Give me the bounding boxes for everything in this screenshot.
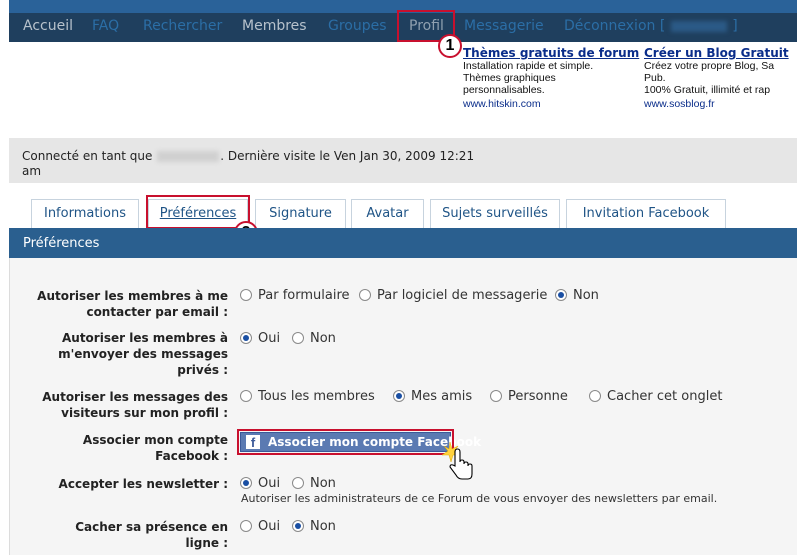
section-title: Préférences [9, 228, 797, 258]
ad-url[interactable]: www.hitskin.com [463, 98, 641, 110]
option-label: Personne [508, 389, 568, 404]
option-label: Tous les membres [258, 389, 375, 404]
option-label: Non [573, 288, 599, 303]
facebook-highlight [237, 429, 454, 455]
radio-par-formulaire[interactable] [240, 289, 252, 301]
callout-1: 1 [438, 34, 462, 58]
ad-title[interactable]: Créer un Blog Gratuit [644, 46, 797, 60]
radio-cacher-onglet[interactable] [589, 390, 601, 402]
radio-pm-non[interactable] [292, 332, 304, 344]
option-label: Par formulaire [258, 288, 350, 303]
ad-description: Créez votre propre Blog, Sa Pub. 100% Gr… [644, 60, 775, 96]
option-label: Oui [258, 476, 281, 491]
radio-presence-non[interactable] [292, 520, 304, 532]
nav-deconnexion-close: ] [727, 18, 738, 34]
option-label: Oui [258, 331, 281, 346]
login-suffix: . Dernière visite le Ven Jan 30, 2009 12… [220, 149, 475, 163]
option-label: Non [310, 476, 336, 491]
tab-sujets-surveilles[interactable]: Sujets surveillés [430, 199, 560, 228]
tab-signature[interactable]: Signature [255, 199, 346, 228]
radio-pm-oui[interactable] [240, 332, 252, 344]
login-status: Connecté en tant que . Dernière visite l… [9, 138, 797, 183]
option-label: Mes amis [411, 389, 473, 404]
nav-rechercher[interactable]: Rechercher [143, 18, 222, 34]
hand-cursor-icon [441, 441, 473, 480]
radio-newsletter-non[interactable] [292, 477, 304, 489]
login-line2: am [22, 164, 42, 178]
tab-informations[interactable]: Informations [31, 199, 139, 228]
option-label: Non [310, 331, 336, 346]
label-contact-email: Autoriser les membres à me contacter par… [37, 289, 228, 319]
blurred-username [157, 151, 220, 162]
radio-personne[interactable] [490, 390, 502, 402]
option-label: Non [310, 519, 336, 534]
radio-mes-amis[interactable] [393, 390, 405, 402]
ad-title[interactable]: Thèmes gratuits de forum [463, 46, 641, 60]
nav-deconnexion-label: Déconnexion [ [564, 18, 670, 34]
nav-faq[interactable]: FAQ [92, 18, 119, 34]
radio-email-non[interactable] [555, 289, 567, 301]
radio-newsletter-oui[interactable] [240, 477, 252, 489]
ad-sosblog[interactable]: Créer un Blog Gratuit Créez votre propre… [644, 46, 797, 110]
preferences-highlight [146, 195, 250, 229]
label-visitor-messages: Autoriser les messages des visiteurs sur… [42, 390, 228, 420]
ad-url[interactable]: www.sosblog.fr [644, 98, 797, 110]
nav-accueil[interactable]: Accueil [23, 18, 73, 34]
nav-membres[interactable]: Membres [242, 18, 307, 34]
radio-tous-les-membres[interactable] [240, 390, 252, 402]
option-label: Par logiciel de messagerie [377, 288, 548, 303]
nav-messagerie[interactable]: Messagerie [464, 18, 544, 34]
radio-presence-oui[interactable] [240, 520, 252, 532]
tab-invitation-facebook[interactable]: Invitation Facebook [566, 199, 726, 228]
label-facebook: Associer mon compte Facebook : [82, 433, 228, 463]
tab-avatar[interactable]: Avatar [351, 199, 424, 228]
option-label: Oui [258, 519, 281, 534]
option-label: Cacher cet onglet [607, 389, 723, 404]
blurred-username [670, 20, 727, 32]
nav-deconnexion[interactable]: Déconnexion [ ] [564, 18, 738, 34]
label-hide-presence: Cacher sa présence en ligne : [75, 520, 228, 550]
login-prefix: Connecté en tant que [22, 149, 157, 163]
ad-hitskin[interactable]: Thèmes gratuits de forum Installation ra… [463, 46, 641, 110]
radio-par-logiciel[interactable] [359, 289, 371, 301]
label-private-messages: Autoriser les membres à m'envoyer des me… [58, 331, 228, 377]
nav-groupes[interactable]: Groupes [328, 18, 387, 34]
ad-description: Installation rapide et simple. Thèmes gr… [463, 60, 594, 96]
label-newsletter: Accepter les newsletter : [58, 477, 228, 491]
newsletter-help-text: Autoriser les administrateurs de ce Foru… [241, 492, 718, 505]
